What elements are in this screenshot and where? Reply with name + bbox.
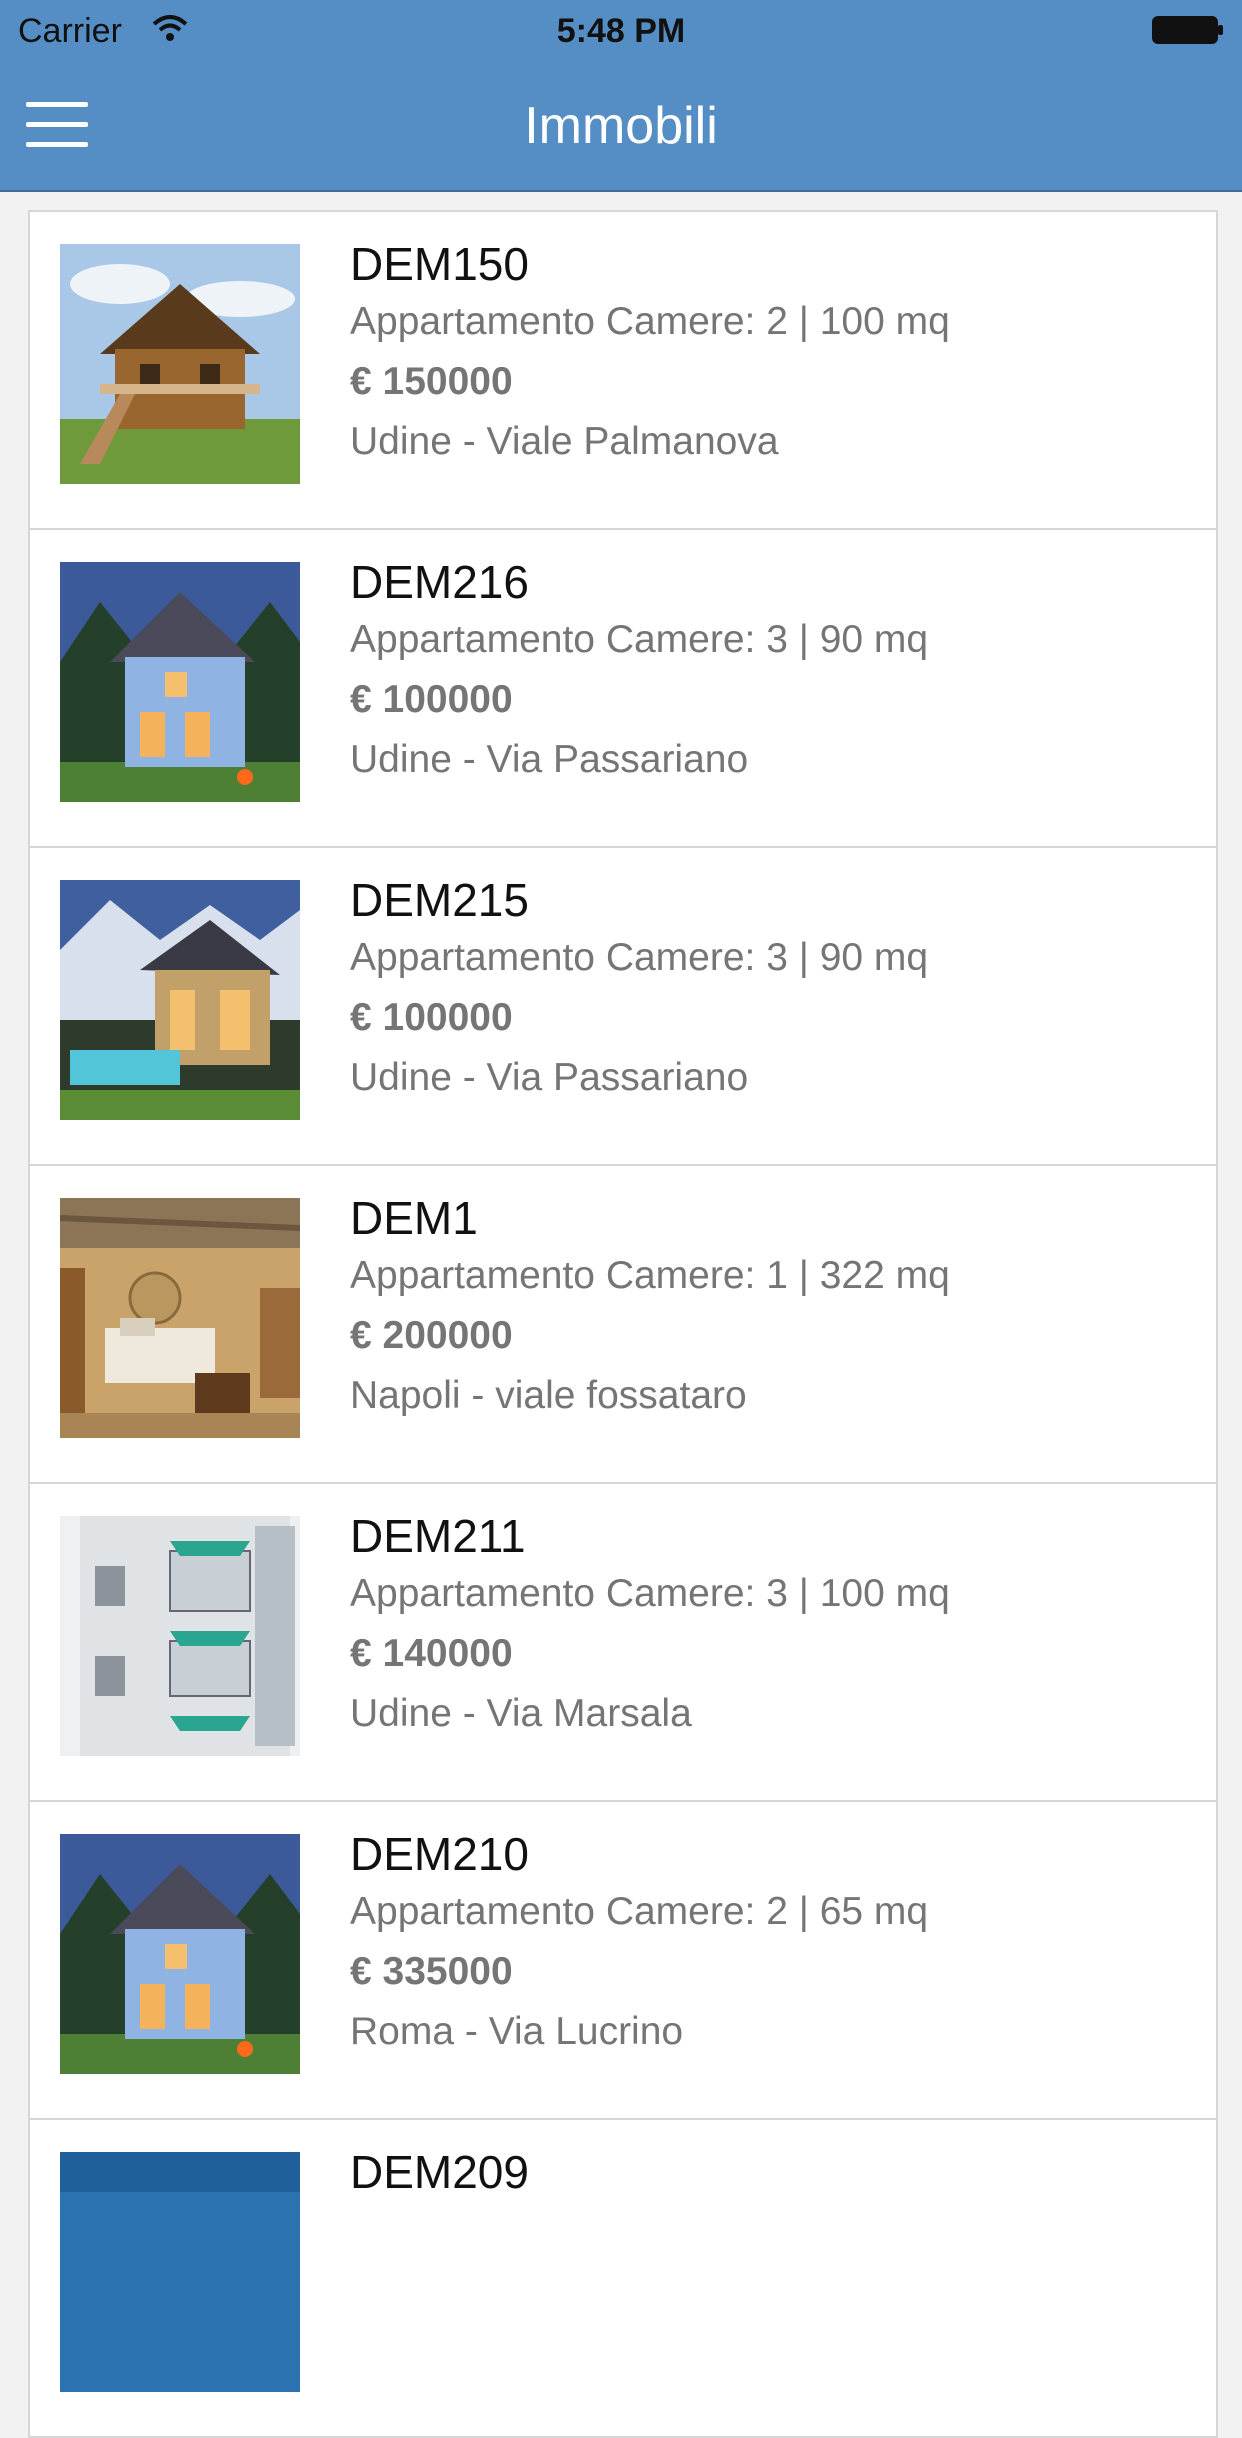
listing-price: € 200000: [350, 1314, 513, 1357]
listing-location: Udine - Via Passariano: [350, 738, 749, 781]
listing-row[interactable]: DEM215 Appartamento Camere: 3 | 90 mq € …: [30, 848, 1216, 1166]
listing-code: DEM210: [350, 1828, 529, 1880]
listing-price: € 150000: [350, 360, 513, 403]
listing-photo: [60, 562, 300, 802]
listing-location: Napoli - viale fossataro: [350, 1374, 747, 1417]
listing-description: Appartamento Camere: 2 | 100 mq: [350, 300, 950, 343]
status-bar: Carrier 5:48 PM: [0, 0, 1242, 62]
listing-location: Udine - Via Marsala: [350, 1692, 692, 1735]
battery-icon: [1152, 16, 1223, 44]
listing-photo: [60, 1516, 300, 1756]
listing-list[interactable]: DEM150 Appartamento Camere: 2 | 100 mq €…: [28, 210, 1218, 2438]
listing-photo: [60, 2152, 300, 2392]
listing-code: DEM216: [350, 556, 529, 608]
listing-price: € 140000: [350, 1632, 513, 1675]
listing-price: € 100000: [350, 678, 513, 721]
listing-photo: [60, 244, 300, 484]
listing-description: Appartamento Camere: 3 | 100 mq: [350, 1572, 950, 1615]
listing-row[interactable]: DEM211 Appartamento Camere: 3 | 100 mq €…: [30, 1484, 1216, 1802]
listing-row[interactable]: DEM209: [30, 2120, 1216, 2438]
listing-photo: [60, 880, 300, 1120]
listing-location: Udine - Via Passariano: [350, 1056, 749, 1099]
listing-price: € 100000: [350, 996, 513, 1039]
listing-code: DEM211: [350, 1510, 526, 1562]
listing-price: € 335000: [350, 1950, 513, 1993]
listing-code: DEM209: [350, 2146, 529, 2198]
listing-row[interactable]: DEM210 Appartamento Camere: 2 | 65 mq € …: [30, 1802, 1216, 2120]
listing-code: DEM150: [350, 238, 529, 290]
nav-bar: Immobili: [0, 62, 1242, 192]
listing-code: DEM215: [350, 874, 529, 926]
listing-photo: [60, 1198, 300, 1438]
listing-row[interactable]: DEM216 Appartamento Camere: 3 | 90 mq € …: [30, 530, 1216, 848]
listing-location: Udine - Viale Palmanova: [350, 420, 779, 463]
listing-description: Appartamento Camere: 2 | 65 mq: [350, 1890, 929, 1933]
listing-photo: [60, 1834, 300, 2074]
page-title: Immobili: [524, 97, 718, 155]
listing-description: Appartamento Camere: 3 | 90 mq: [350, 618, 929, 661]
listing-location: Roma - Via Lucrino: [350, 2010, 684, 2053]
listing-description: Appartamento Camere: 3 | 90 mq: [350, 936, 929, 979]
status-time: 5:48 PM: [556, 12, 686, 50]
listing-row[interactable]: DEM150 Appartamento Camere: 2 | 100 mq €…: [30, 212, 1216, 530]
listing-row[interactable]: DEM1 Appartamento Camere: 1 | 322 mq € 2…: [30, 1166, 1216, 1484]
listing-description: Appartamento Camere: 1 | 322 mq: [350, 1254, 950, 1297]
listing-code: DEM1: [350, 1192, 478, 1244]
